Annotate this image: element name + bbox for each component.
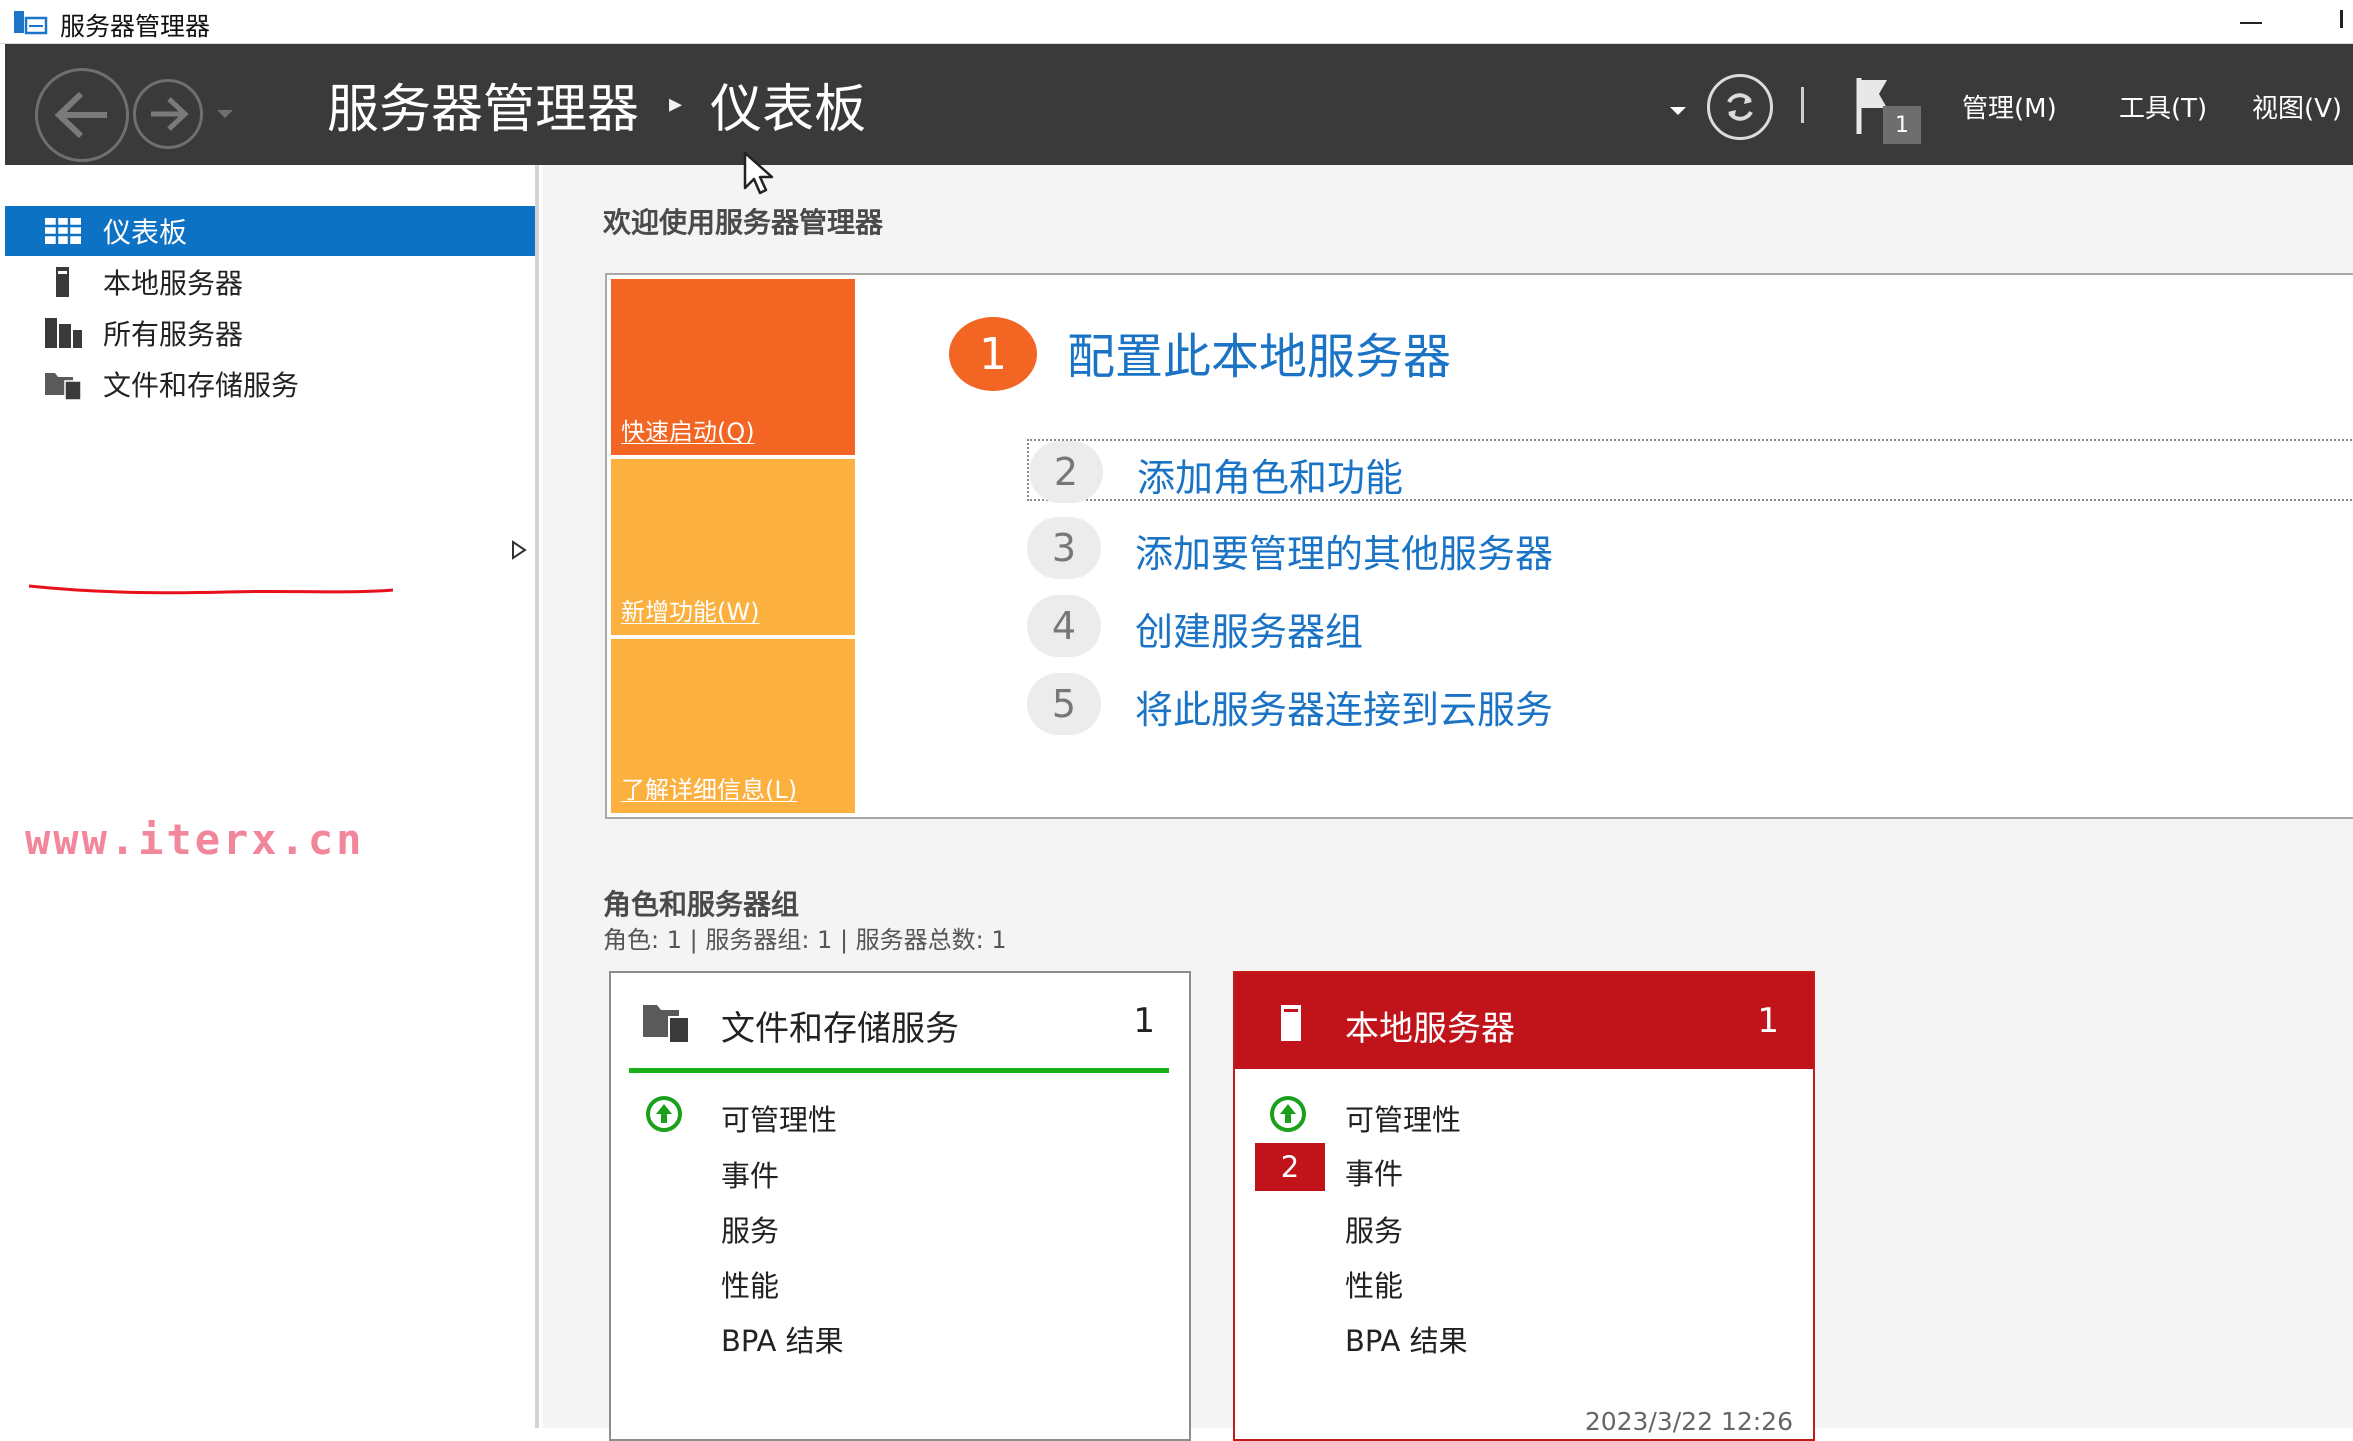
header-bar: 服务器管理器 ▸ 仪表板 1 管理(M) 工具(T) 视图(V) <box>5 44 2353 165</box>
watermark-text: www.iterx.cn <box>25 815 365 864</box>
sidebar-item-all-servers[interactable]: 所有服务器 <box>5 308 535 358</box>
breadcrumb-root[interactable]: 服务器管理器 <box>327 67 639 142</box>
breadcrumb-separator: ▸ <box>669 89 683 119</box>
history-dropdown-icon[interactable] <box>211 100 239 128</box>
mouse-cursor-icon <box>743 151 774 195</box>
sidebar-item-label: 本地服务器 <box>103 267 244 300</box>
last-refresh-timestamp: 2023/3/22 12:26 <box>1584 1407 1793 1436</box>
step-number: 2 <box>1029 441 1103 503</box>
row-bpa-results[interactable]: BPA 结果 <box>1235 1310 1813 1360</box>
refresh-icon <box>1727 93 1753 121</box>
sidebar-item-dashboard[interactable]: 仪表板 <box>5 206 535 256</box>
roles-heading: 角色和服务器组 <box>603 888 800 921</box>
add-roles-features-link[interactable]: 2 添加角色和功能 <box>1027 439 2353 503</box>
menu-manage[interactable]: 管理(M) <box>1962 88 2057 125</box>
row-label: 服务 <box>721 1214 780 1248</box>
chevron-down-icon[interactable] <box>1665 100 1691 122</box>
role-card-file-storage[interactable]: 文件和存储服务 1 可管理性 事件 服务 性能 BPA 结果 <box>609 971 1191 1441</box>
menu-tools[interactable]: 工具(T) <box>2119 88 2207 125</box>
row-events[interactable]: 2 事件 <box>1235 1143 1813 1193</box>
configure-local-server-link[interactable]: 配置此本地服务器 <box>1067 317 1451 387</box>
file-storage-icon <box>643 1005 690 1044</box>
sidebar-item-label: 所有服务器 <box>103 318 244 351</box>
red-annotation-underline <box>28 584 394 595</box>
row-label: 服务 <box>1345 1214 1404 1248</box>
step-text: 创建服务器组 <box>1135 610 1364 654</box>
roles-summary: 角色: 1 | 服务器组: 1 | 服务器总数: 1 <box>603 926 1007 954</box>
role-card-title: 文件和存储服务 <box>721 1009 959 1049</box>
events-count-badge: 2 <box>1255 1143 1325 1191</box>
step-number: 3 <box>1027 517 1101 579</box>
step-text: 添加角色和功能 <box>1137 456 1404 500</box>
step-1-number: 1 <box>949 317 1037 391</box>
row-label: 可管理性 <box>1345 1103 1462 1137</box>
sidebar-item-label: 仪表板 <box>103 216 188 249</box>
header-divider <box>1801 87 1804 123</box>
row-label: 事件 <box>721 1159 780 1193</box>
step-text: 将此服务器连接到云服务 <box>1135 688 1554 732</box>
welcome-heading: 欢迎使用服务器管理器 <box>603 206 884 239</box>
tab-learn-more-label: 了解详细信息(L) <box>621 776 798 804</box>
sidebar-item-label: 文件和存储服务 <box>103 369 300 402</box>
role-card-header[interactable]: 本地服务器 1 <box>1235 973 1813 1069</box>
step-text: 添加要管理的其他服务器 <box>1135 532 1554 576</box>
maximize-button[interactable] <box>2340 10 2343 28</box>
welcome-panel: 快速启动(Q) 新增功能(W) 了解详细信息(L) 1 配置此本地服务器 2 添… <box>605 273 2353 819</box>
local-server-icon <box>1281 1005 1301 1041</box>
row-services[interactable]: 服务 <box>611 1200 1189 1250</box>
local-server-icon <box>56 267 69 297</box>
role-card-count: 1 <box>1133 1001 1155 1041</box>
sidebar-item-local-server[interactable]: 本地服务器 <box>5 257 535 307</box>
minimize-button[interactable] <box>2222 4 2278 40</box>
main-content: 欢迎使用服务器管理器 快速启动(Q) 新增功能(W) 了解详细信息(L) 1 配… <box>543 165 2353 1441</box>
row-label: 可管理性 <box>721 1103 838 1137</box>
tab-whats-new-label: 新增功能(W) <box>621 598 760 626</box>
refresh-button[interactable] <box>1707 74 1773 140</box>
expand-arrow-icon[interactable] <box>510 539 528 561</box>
role-card-title: 本地服务器 <box>1345 1009 1515 1049</box>
step-number: 4 <box>1027 595 1101 657</box>
all-servers-icon <box>45 318 82 348</box>
arrow-right-icon <box>151 97 189 131</box>
menu-view[interactable]: 视图(V) <box>2252 88 2342 125</box>
tab-whats-new[interactable]: 新增功能(W) <box>611 459 855 635</box>
role-card-local-server[interactable]: 本地服务器 1 可管理性 2 事件 服务 性能 BPA 结果 2023/3/22… <box>1233 971 1815 1441</box>
row-label: BPA 结果 <box>1345 1324 1468 1358</box>
breadcrumb-current: 仪表板 <box>710 79 867 140</box>
row-manageability[interactable]: 可管理性 <box>1235 1089 1813 1139</box>
server-manager-app-icon <box>14 11 48 35</box>
row-services[interactable]: 服务 <box>1235 1200 1813 1250</box>
status-ok-icon <box>1270 1096 1306 1132</box>
forward-button[interactable] <box>133 79 203 149</box>
sidebar: 仪表板 本地服务器 所有服务器 文件和存储服务 www.iterx.cn <box>5 165 539 1428</box>
arrow-left-icon <box>54 91 107 139</box>
tab-learn-more[interactable]: 了解详细信息(L) <box>611 639 855 813</box>
row-performance[interactable]: 性能 <box>1235 1255 1813 1305</box>
role-card-count: 1 <box>1757 1001 1779 1041</box>
row-label: 性能 <box>721 1269 780 1303</box>
notification-count-badge: 1 <box>1883 106 1921 144</box>
row-bpa-results[interactable]: BPA 结果 <box>611 1310 1189 1360</box>
breadcrumb: 服务器管理器 ▸ 仪表板 <box>327 72 866 140</box>
tab-quickstart[interactable]: 快速启动(Q) <box>611 279 855 455</box>
file-storage-icon <box>45 373 82 401</box>
window-title-bar: 服务器管理器 <box>0 0 2353 44</box>
row-manageability[interactable]: 可管理性 <box>611 1089 1189 1139</box>
back-button[interactable] <box>35 68 129 162</box>
step-number: 5 <box>1027 673 1101 735</box>
sidebar-item-file-storage[interactable]: 文件和存储服务 <box>5 359 535 409</box>
row-label: 事件 <box>1345 1157 1404 1191</box>
role-card-header[interactable]: 文件和存储服务 1 <box>629 973 1169 1073</box>
tab-quickstart-label: 快速启动(Q) <box>621 418 755 446</box>
row-events[interactable]: 事件 <box>611 1145 1189 1195</box>
dashboard-icon <box>45 218 81 244</box>
row-label: BPA 结果 <box>721 1324 844 1358</box>
row-label: 性能 <box>1345 1269 1404 1303</box>
status-ok-icon <box>646 1096 682 1132</box>
row-performance[interactable]: 性能 <box>611 1255 1189 1305</box>
window-title: 服务器管理器 <box>60 12 211 41</box>
